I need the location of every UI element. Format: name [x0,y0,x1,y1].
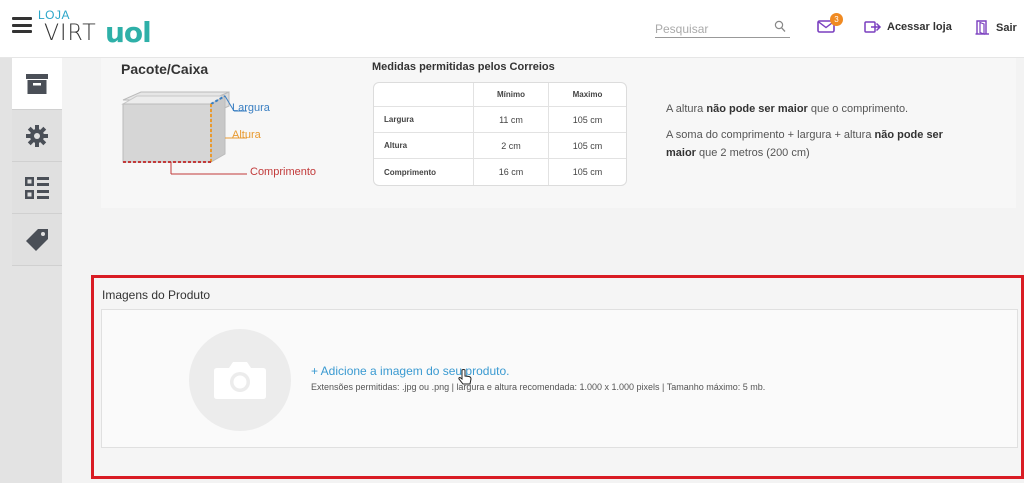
max-value: 105 cm [548,107,626,133]
hamburger-menu-icon[interactable] [12,17,32,33]
image-upload-hint: Extensões permitidas: .jpg ou .png | lar… [311,382,766,392]
sidebar [0,58,62,483]
images-section-title: Imagens do Produto [102,288,211,302]
logo-uol-text: uol [105,16,152,49]
table-row: Largura 11 cm 105 cm [374,107,626,133]
shipping-rules: A altura não pode ser maior que o compri… [666,100,956,170]
sidebar-item-dashboard[interactable] [12,162,62,214]
table-header-row: Mínimo Maximo [374,83,626,107]
sidebar-item-promotions[interactable] [12,214,62,266]
max-value: 105 cm [572,167,603,177]
image-dropzone[interactable]: + Adicione a imagem do seu produto. Exte… [101,309,1018,448]
rule-sum: A soma do comprimento + largura + altura… [666,129,943,159]
logout-label: Sair [996,21,1017,34]
min-value: 11 cm [474,107,549,133]
min-value: 16 cm [474,159,549,185]
archive-icon [26,73,48,94]
add-image-link[interactable]: + Adicione a imagem do seu produto. [311,364,509,378]
top-header: LOJA VIRT uol 3 Acessar loja Sair [0,0,1024,58]
table-header-cell: Mínimo [474,83,549,107]
measures-table: Mínimo Maximo Largura 11 cm 105 cm Altur… [373,82,627,186]
measures-table-title: Medidas permitidas pelos Correios [372,61,555,73]
shipping-info-card: Pacote/Caixa Largura Altura Comprimento … [101,50,1016,208]
logo-virt-text: VIRT [44,21,97,46]
comprimento-label: Comprimento [250,166,317,178]
image-placeholder[interactable] [189,329,291,431]
external-link-icon [864,21,882,33]
sidebar-item-products[interactable] [12,58,62,110]
box-dimensions-diagram: Largura Altura Comprimento [119,88,334,188]
acessar-loja-label: Acessar loja [887,21,952,33]
search-input[interactable] [655,22,765,36]
messages-count-badge: 3 [830,13,843,26]
max-value: 105 cm [548,133,626,159]
largura-label: Largura [232,102,270,114]
logout-button[interactable]: Sair [975,20,1017,35]
messages-button[interactable]: 3 [817,13,843,36]
table-row: Altura 2 cm 105 cm [374,133,626,159]
product-images-section: Imagens do Produto + Adicione a imagem d… [91,275,1024,479]
gear-icon [26,124,48,147]
row-label: Altura [374,133,474,159]
sidebar-item-settings[interactable] [12,110,62,162]
altura-label: Altura [232,129,261,141]
rule-height: A altura não pode ser maior que o compri… [666,103,909,115]
table-row: Comprimento 16 cm 105 cm [374,159,626,185]
door-exit-icon [975,20,989,35]
camera-icon [214,362,266,399]
package-title: Pacote/Caixa [121,61,209,77]
hand-pointer-icon [458,369,472,385]
min-value: 2 cm [474,133,549,159]
dashboard-icon [25,176,49,199]
search-box [655,20,790,38]
logo-loja-text: LOJA [38,8,71,22]
table-header-cell [374,83,474,107]
search-icon[interactable] [774,20,786,34]
acessar-loja-button[interactable]: Acessar loja [864,20,952,34]
tag-icon [26,228,48,251]
table-header-cell: Maximo [548,83,626,107]
row-label: Comprimento [374,159,474,185]
store-logo[interactable]: LOJA VIRT uol [38,8,158,50]
row-label: Largura [374,107,474,133]
